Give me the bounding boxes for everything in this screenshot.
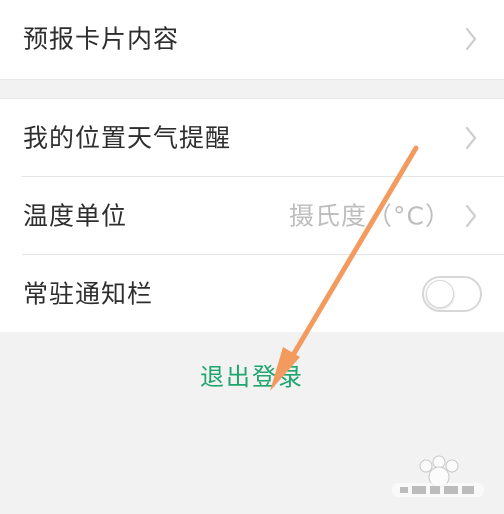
settings-row-temperature-unit[interactable]: 温度单位 摄氏度（°C）	[0, 177, 504, 255]
settings-options-card: 我的位置天气提醒 温度单位 摄氏度（°C） 常驻通知栏	[0, 98, 504, 332]
chevron-right-icon	[465, 126, 477, 150]
logout-section: 退出登录	[0, 332, 504, 416]
settings-row-label: 我的位置天气提醒	[23, 123, 232, 153]
settings-row-label: 温度单位	[23, 201, 128, 231]
chevron-right-icon	[465, 204, 477, 228]
settings-row-forecast-card-content[interactable]: 预报卡片内容	[0, 0, 504, 78]
settings-row-label: 预报卡片内容	[23, 24, 180, 54]
toggle-knob	[426, 280, 454, 308]
baidu-jingyan-watermark-icon	[392, 455, 484, 497]
forecast-card-section: 预报卡片内容	[0, 0, 504, 80]
settings-screen: 预报卡片内容 我的位置天气提醒 温度单位 摄氏度（°C） 常驻通知栏 退出登录	[0, 0, 504, 514]
temperature-unit-value: 摄氏度（°C）	[289, 201, 451, 231]
settings-row-persistent-notification: 常驻通知栏	[0, 255, 504, 333]
settings-row-label: 常驻通知栏	[23, 279, 154, 309]
logout-button[interactable]: 退出登录	[0, 332, 504, 416]
persistent-notification-toggle[interactable]	[422, 276, 482, 312]
chevron-right-icon	[465, 27, 477, 51]
settings-row-location-weather-alert[interactable]: 我的位置天气提醒	[0, 99, 504, 177]
